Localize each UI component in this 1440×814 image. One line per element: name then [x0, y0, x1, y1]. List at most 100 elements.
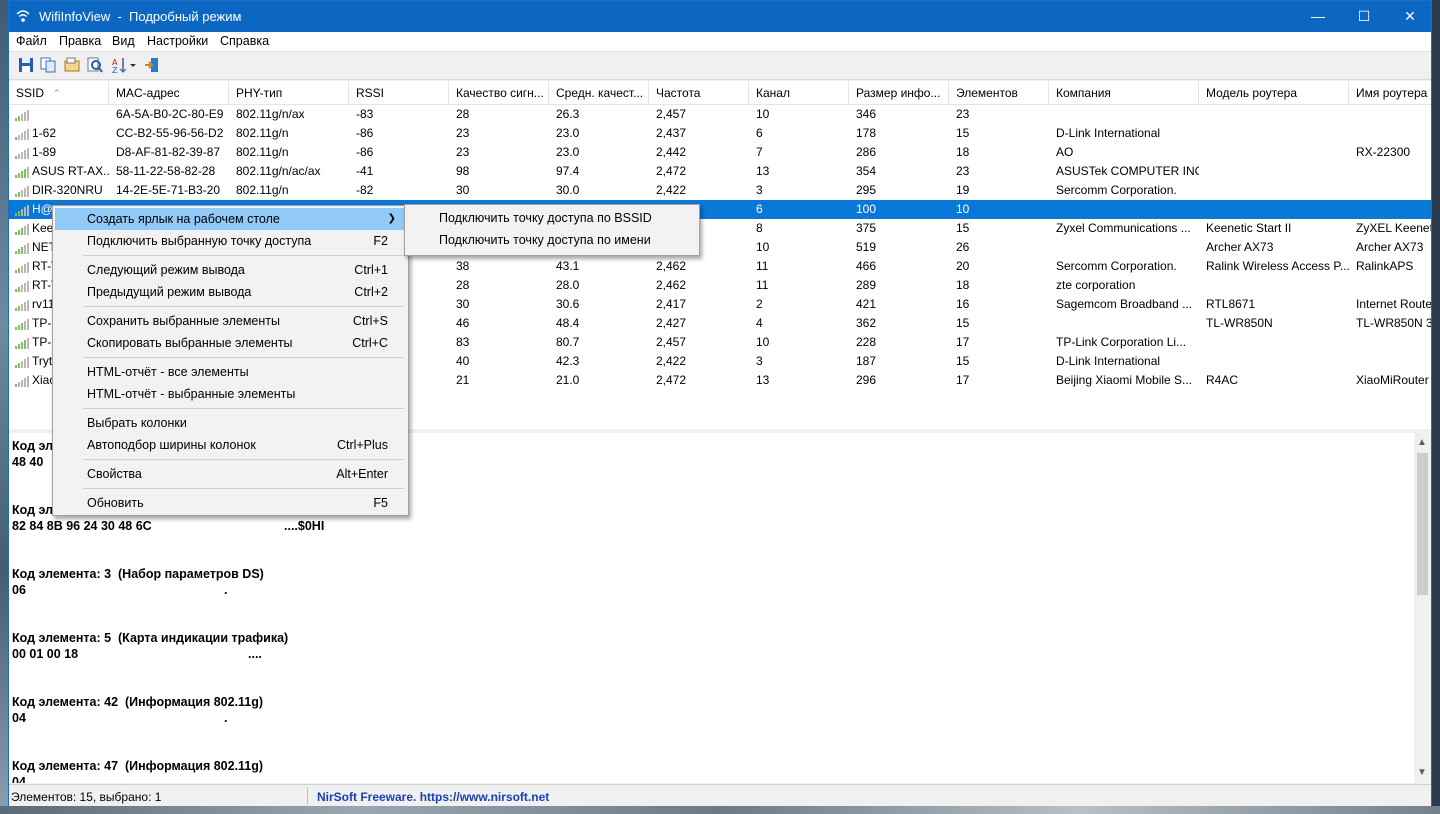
- title-bar[interactable]: WifiInfoView - Подробный режим — ☐ ✕: [9, 1, 1431, 32]
- table-cell: 19: [956, 183, 970, 197]
- table-cell: RX-22300: [1356, 145, 1411, 159]
- vertical-scroll-thumb[interactable]: [1417, 453, 1428, 595]
- table-cell: TP-Link Corporation Li...: [1056, 335, 1187, 349]
- properties-icon[interactable]: [63, 56, 83, 76]
- column-header-router-model[interactable]: Модель роутера: [1199, 81, 1349, 105]
- menu-separator: [83, 488, 404, 489]
- column-header-rssi[interactable]: RSSI: [349, 81, 449, 105]
- submenu-arrow-icon: ❯: [387, 213, 396, 224]
- table-cell: 83: [456, 335, 470, 349]
- table-cell: 2,472: [656, 164, 687, 178]
- column-header-mac[interactable]: MAC-адрес: [109, 81, 229, 105]
- table-cell: 17: [956, 335, 970, 349]
- context-menu-item[interactable]: Создать ярлык на рабочем столе ❯: [55, 208, 406, 230]
- context-menu-item[interactable]: Сохранить выбранные элементы Ctrl+S: [55, 310, 406, 332]
- column-header-channel[interactable]: Канал: [749, 81, 849, 105]
- element-hex: 04: [12, 775, 26, 783]
- column-header-frequency[interactable]: Частота: [649, 81, 749, 105]
- table-cell: 23: [956, 107, 970, 121]
- context-menu-item[interactable]: Скопировать выбранные элементы Ctrl+C: [55, 332, 406, 354]
- close-button[interactable]: ✕: [1387, 1, 1433, 32]
- table-cell: Zyxel Communications ...: [1056, 221, 1191, 235]
- table-row[interactable]: 1-89 D8-AF-81-82-39-87 802.11g/n -86 23 23.0 2…: [9, 143, 1431, 162]
- table-cell: 23: [456, 145, 470, 159]
- column-header-company[interactable]: Компания: [1049, 81, 1199, 105]
- menu-settings[interactable]: Настройки: [147, 34, 208, 48]
- table-cell: 289: [856, 278, 877, 292]
- element-hex: 82 84 8B 96 24 30 48 6C: [12, 519, 152, 533]
- context-menu-item[interactable]: Выбрать колонки: [55, 412, 406, 434]
- exit-icon[interactable]: [143, 56, 163, 76]
- column-header-info-size[interactable]: Размер инфо...: [849, 81, 949, 105]
- maximize-button[interactable]: ☐: [1341, 1, 1387, 32]
- table-row[interactable]: 1-62 CC-B2-55-96-56-D2 802.11g/n -86 23 23.0 2…: [9, 124, 1431, 143]
- table-cell: ASUSTek COMPUTER INC.: [1056, 164, 1199, 178]
- table-cell: 13: [756, 164, 770, 178]
- shortcut-submenu: Подключить точку доступа по BSSID Подклю…: [404, 204, 700, 256]
- table-cell: 6: [756, 202, 763, 216]
- context-menu-item[interactable]: HTML-отчёт - выбранные элементы: [55, 383, 406, 405]
- menu-help[interactable]: Справка: [220, 34, 269, 48]
- table-cell: 38: [456, 259, 470, 273]
- submenu-connect-by-name[interactable]: Подключить точку доступа по имени: [407, 229, 697, 251]
- vertical-scrollbar[interactable]: ▲ ▼: [1414, 433, 1431, 783]
- minimize-button[interactable]: —: [1295, 1, 1341, 32]
- table-cell: 6: [756, 126, 763, 140]
- context-menu-item[interactable]: Обновить F5: [55, 492, 406, 514]
- table-row[interactable]: ASUS RT-AX... 58-11-22-58-82-28 802.11g/n/…: [9, 162, 1431, 181]
- table-cell: 421: [856, 297, 877, 311]
- column-header-signal-quality[interactable]: Качество сигн...: [449, 81, 549, 105]
- table-cell: [1349, 181, 1431, 200]
- context-menu-item[interactable]: Автоподбор ширины колонок Ctrl+Plus: [55, 434, 406, 456]
- table-cell: Sercomm Corporation.: [1056, 259, 1177, 273]
- context-menu-item[interactable]: Подключить выбранную точку доступа F2: [55, 230, 406, 252]
- table-cell: 2,472: [656, 373, 687, 387]
- table-cell: 4: [756, 316, 763, 330]
- table-cell: -86: [356, 126, 374, 140]
- table-cell: R4AC: [1206, 373, 1239, 387]
- table-row[interactable]: 6A-5A-B0-2C-80-E9 802.11g/n/ax -83 28 26.3 2,…: [9, 105, 1431, 124]
- table-cell: 15: [956, 316, 970, 330]
- scroll-down-icon[interactable]: ▼: [1417, 767, 1427, 778]
- save-icon[interactable]: [17, 56, 37, 76]
- table-cell: 3: [756, 354, 763, 368]
- menu-edit[interactable]: Правка: [59, 34, 101, 48]
- copy-icon[interactable]: [39, 56, 59, 76]
- table-cell: 375: [856, 221, 877, 235]
- table-cell: [1049, 200, 1199, 219]
- table-cell: [1199, 333, 1349, 352]
- menu-separator: [83, 408, 404, 409]
- column-header-phy[interactable]: PHY-тип: [229, 81, 349, 105]
- table-cell: [1049, 238, 1199, 257]
- table-cell: 3: [756, 183, 763, 197]
- table-cell: 30: [456, 297, 470, 311]
- column-header-elements[interactable]: Элементов: [949, 81, 1049, 105]
- menu-file[interactable]: Файл: [16, 34, 47, 48]
- find-icon[interactable]: [86, 56, 106, 76]
- table-cell: 2,422: [656, 183, 687, 197]
- table-cell: ASUS RT-AX...: [32, 164, 109, 178]
- context-menu-item[interactable]: Предыдущий режим вывода Ctrl+2: [55, 281, 406, 303]
- sort-icon[interactable]: AZ: [111, 56, 139, 76]
- column-header-avg-quality[interactable]: Средн. качест...: [549, 81, 649, 105]
- submenu-connect-by-bssid[interactable]: Подключить точку доступа по BSSID: [407, 207, 697, 229]
- table-cell: 8: [756, 221, 763, 235]
- table-row[interactable]: DIR-320NRU 14-2E-5E-71-B3-20 802.11g/n -82 3…: [9, 181, 1431, 200]
- table-cell: TL-WR850N 3.0: [1356, 316, 1431, 330]
- column-header-router-name[interactable]: Имя роутера: [1349, 81, 1431, 105]
- nirsoft-link[interactable]: NirSoft Freeware. https://www.nirsoft.ne…: [317, 790, 549, 804]
- element-label: Код элемента: 42 (Информация 802.11g): [12, 695, 264, 709]
- context-menu-item[interactable]: Следующий режим вывода Ctrl+1: [55, 259, 406, 281]
- scroll-up-icon[interactable]: ▲: [1417, 437, 1427, 448]
- table-cell: [1349, 352, 1431, 371]
- menu-view[interactable]: Вид: [112, 34, 135, 48]
- menu-separator: [83, 459, 404, 460]
- desktop-background: [0, 0, 8, 814]
- table-cell: 48.4: [556, 316, 580, 330]
- element-hex: 06: [12, 583, 26, 597]
- table-cell: 10: [756, 107, 770, 121]
- context-menu-item[interactable]: Свойства Alt+Enter: [55, 463, 406, 485]
- context-menu-item[interactable]: HTML-отчёт - все элементы: [55, 361, 406, 383]
- table-cell: 80.7: [556, 335, 580, 349]
- column-header-ssid[interactable]: SSID ⌃: [9, 81, 109, 105]
